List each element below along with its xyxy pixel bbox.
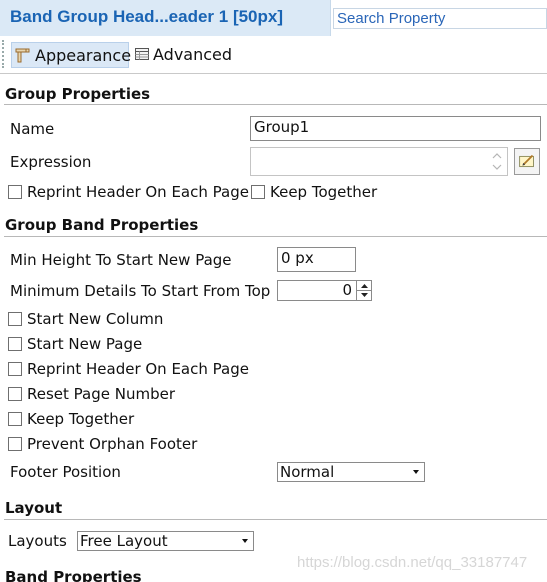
layouts-value: Free Layout	[80, 532, 168, 550]
start-new-page-label: Start New Page	[27, 335, 143, 353]
group-properties-heading: Group Properties	[5, 85, 151, 103]
footer-position-select[interactable]: Normal	[277, 462, 425, 482]
watermark-text: https://blog.csdn.net/qq_33187747	[297, 554, 528, 571]
min-height-label: Min Height To Start New Page	[10, 251, 232, 269]
group-band-properties-heading: Group Band Properties	[5, 216, 199, 234]
reprint-header-label: Reprint Header On Each Page	[27, 183, 249, 201]
band-reprint-header-checkbox[interactable]	[8, 362, 22, 376]
toolbar-grip	[2, 40, 6, 68]
keep-together-label: Keep Together	[270, 183, 378, 201]
band-properties-heading: Band Properties	[5, 568, 142, 582]
spinner-arrows-icon	[357, 284, 372, 297]
name-field[interactable]: Group1	[250, 116, 541, 141]
layouts-select[interactable]: Free Layout	[77, 531, 254, 551]
editor-title: Band Group Head...eader 1 [50px]	[10, 7, 284, 26]
prevent-orphan-footer-checkbox[interactable]	[8, 437, 22, 451]
layouts-label: Layouts	[8, 532, 67, 550]
name-label: Name	[10, 120, 55, 138]
toolbar-divider	[0, 73, 547, 74]
expression-label: Expression	[10, 153, 92, 171]
tab-appearance-label: Appearance	[35, 46, 132, 65]
reset-page-number-checkbox[interactable]	[8, 387, 22, 401]
footer-position-label: Footer Position	[10, 463, 121, 481]
chevron-down-icon	[242, 539, 248, 543]
expression-field[interactable]	[250, 147, 508, 176]
min-height-field[interactable]: 0 px	[277, 247, 356, 272]
band-reprint-header-label: Reprint Header On Each Page	[27, 360, 249, 378]
layout-heading: Layout	[5, 499, 63, 517]
scroll-arrows-icon	[492, 153, 502, 170]
prevent-orphan-footer-label: Prevent Orphan Footer	[27, 435, 198, 453]
edit-expression-icon	[519, 154, 534, 168]
footer-position-value: Normal	[280, 463, 335, 481]
start-new-page-checkbox[interactable]	[8, 337, 22, 351]
table-icon	[135, 48, 149, 60]
search-property-input[interactable]	[333, 8, 547, 29]
section-divider	[4, 519, 547, 520]
band-keep-together-label: Keep Together	[27, 410, 135, 428]
tab-advanced-label: Advanced	[153, 45, 233, 64]
chevron-down-icon	[413, 470, 419, 474]
min-details-label: Minimum Details To Start From Top	[10, 282, 271, 300]
section-divider	[4, 236, 547, 237]
expression-builder-button[interactable]	[514, 148, 540, 175]
start-new-column-label: Start New Column	[27, 310, 164, 328]
section-divider	[4, 104, 547, 105]
keep-together-checkbox[interactable]	[251, 185, 265, 199]
band-keep-together-checkbox[interactable]	[8, 412, 22, 426]
reset-page-number-label: Reset Page Number	[27, 385, 176, 403]
appearance-icon	[15, 48, 30, 63]
spinner-buttons[interactable]	[356, 281, 372, 300]
expression-scroll[interactable]	[488, 149, 506, 174]
start-new-column-checkbox[interactable]	[8, 312, 22, 326]
reprint-header-checkbox[interactable]	[8, 185, 22, 199]
